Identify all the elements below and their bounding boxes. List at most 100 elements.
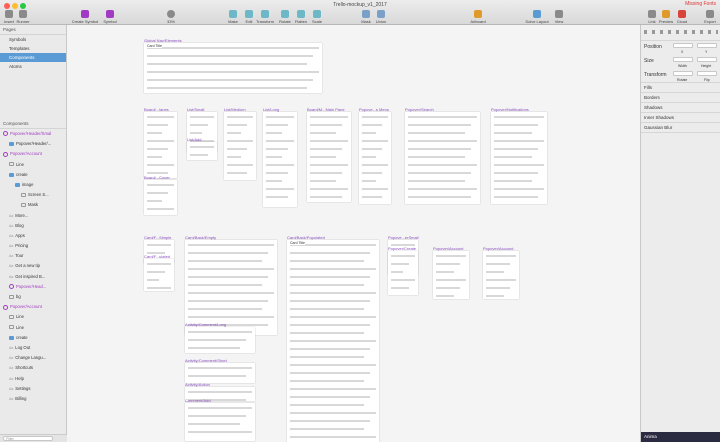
artboard[interactable] (187, 142, 217, 160)
content-line (290, 348, 370, 350)
inspector-section[interactable]: Fills (641, 83, 720, 93)
edit-button[interactable]: Edit (242, 10, 256, 24)
layer-row[interactable]: Screen S... (0, 190, 66, 200)
missing-fonts-warning[interactable]: Missing Fonts (685, 1, 716, 7)
view-button[interactable]: View (552, 10, 566, 24)
width-field[interactable] (673, 57, 693, 62)
layer-row[interactable]: Aa More... (0, 211, 66, 221)
layer-row[interactable]: Aa Help (0, 374, 66, 384)
symbol-button[interactable]: Symbol (100, 10, 120, 24)
page-item[interactable]: Components (0, 53, 66, 62)
scale-button[interactable]: Scale (310, 10, 324, 24)
artboard[interactable]: Card Title (144, 43, 322, 93)
artboard[interactable] (144, 180, 177, 215)
layer-row[interactable]: Popover/Header/Smal (0, 129, 66, 139)
inspector-section[interactable]: Inner Shadows (641, 113, 720, 123)
artboard[interactable] (224, 112, 256, 180)
layer-row[interactable]: create (0, 170, 66, 180)
layer-row[interactable]: Popover/Head... (0, 282, 66, 292)
layer-row[interactable]: Popover/Account (0, 149, 66, 159)
layer-row[interactable]: Aa Blog (0, 221, 66, 231)
content-line (362, 164, 388, 166)
plus-icon (5, 10, 13, 18)
content-line (147, 200, 162, 202)
layer-row[interactable]: Line (0, 323, 66, 333)
inspector-section[interactable]: Gaussian Blur (641, 123, 720, 133)
export-button[interactable]: Export (703, 10, 717, 24)
artboard[interactable] (263, 112, 297, 207)
artboard[interactable] (144, 259, 174, 291)
union-button[interactable]: Union (374, 10, 388, 24)
layer-row[interactable]: Line (0, 312, 66, 322)
layer-row[interactable]: bg (0, 292, 66, 302)
artboard[interactable] (185, 327, 255, 353)
inspector-section[interactable]: Borders (641, 93, 720, 103)
anima-bar[interactable]: Anima (641, 432, 720, 442)
layer-row[interactable]: Mask (0, 200, 66, 210)
layer-row[interactable]: Aa Log Out (0, 343, 66, 353)
layer-row[interactable]: Aa Shortcuts (0, 363, 66, 373)
flip-field[interactable] (697, 71, 717, 76)
filter-input[interactable]: Filter (3, 436, 53, 441)
union-icon (377, 10, 385, 18)
artboard[interactable] (433, 251, 469, 299)
layer-row[interactable]: Popover/Header/... (0, 139, 66, 149)
transform-button[interactable]: Transform (256, 10, 274, 24)
create-symbol-button[interactable]: Create Symbol (70, 10, 100, 24)
rotate-field[interactable] (673, 71, 693, 76)
content-line (391, 255, 415, 257)
cloud-button[interactable]: Cloud (675, 10, 689, 24)
artboard[interactable] (483, 251, 519, 299)
layer-row[interactable]: Aa Billing (0, 394, 66, 404)
artboard[interactable] (359, 112, 391, 204)
zoom-control[interactable]: 33% (160, 10, 182, 24)
layer-filter-bar: Filter (0, 434, 67, 442)
layer-row[interactable]: Line (0, 160, 66, 170)
page-item[interactable]: Templates (0, 44, 66, 53)
layer-label: bg (16, 294, 21, 299)
artboard[interactable] (144, 112, 177, 178)
link-button[interactable]: Link (646, 10, 658, 24)
artboard[interactable]: Card Title (287, 240, 379, 442)
artboard[interactable] (185, 363, 255, 383)
artboard[interactable] (185, 240, 277, 335)
content-line (408, 156, 465, 158)
layer-row[interactable]: Aa Pricing (0, 241, 66, 251)
artboard[interactable] (405, 112, 480, 204)
artboard-button[interactable]: Artboard (466, 10, 490, 24)
content-line (266, 172, 288, 174)
layer-row[interactable]: Aa Apps (0, 231, 66, 241)
layer-row[interactable]: image (0, 180, 66, 190)
x-field[interactable] (673, 43, 693, 48)
layer-row[interactable]: Popover/Account (0, 302, 66, 312)
height-field[interactable] (697, 57, 717, 62)
artboard[interactable] (185, 403, 255, 441)
rotate-button[interactable]: Rotate (278, 10, 292, 24)
solve-layout-button[interactable]: Solve Layout (524, 10, 550, 24)
preview-button[interactable]: Preview (658, 10, 674, 24)
runner-button[interactable]: Runner (16, 10, 30, 24)
layer-row[interactable]: Aa Get inspired B... (0, 272, 66, 282)
y-field[interactable] (697, 43, 717, 48)
layers-header: Components (0, 119, 66, 129)
canvas[interactable]: Global Nav/Elements Card Title Board/...la… (67, 25, 640, 442)
artboard[interactable] (307, 112, 351, 202)
layer-row[interactable]: Aa Settings (0, 384, 66, 394)
flatten-button[interactable]: Flatten (293, 10, 309, 24)
content-line (147, 132, 162, 134)
content-line (147, 116, 174, 118)
layer-row[interactable]: Aa Change Langu... (0, 353, 66, 363)
artboard[interactable] (388, 251, 418, 295)
insert-button[interactable]: Insert (3, 10, 15, 24)
layer-row[interactable]: Aa Get a new tip (0, 261, 66, 271)
inspector-section[interactable]: Shadows (641, 103, 720, 113)
shape-icon (9, 315, 14, 320)
layer-row[interactable]: Aa Tour (0, 251, 66, 261)
page-item[interactable]: Symbols (0, 35, 66, 44)
mask-button[interactable]: Mask (360, 10, 372, 24)
align-icons[interactable] (644, 30, 718, 34)
layer-label: Change Langu... (15, 355, 47, 361)
layer-row[interactable]: create (0, 333, 66, 343)
artboard[interactable] (491, 112, 547, 204)
page-item[interactable]: Atoms (0, 62, 66, 71)
